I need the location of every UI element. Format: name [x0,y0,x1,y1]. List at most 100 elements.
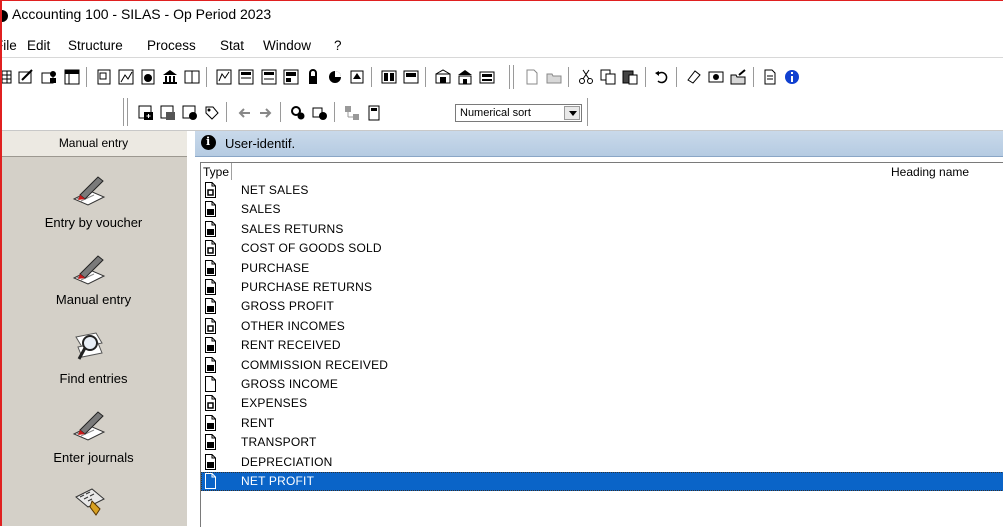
headings-window-titlebar: User-identif. [195,131,1003,157]
toolbar-separator [226,102,227,122]
arrow-right-icon[interactable] [258,105,274,121]
user-form-icon[interactable] [41,69,57,85]
report4-icon[interactable] [283,69,299,85]
add-heading-icon[interactable] [138,105,154,121]
heading-name: OTHER INCOMES [241,318,345,333]
table-row[interactable]: RENT [201,414,1003,433]
toolbar-separator [206,67,207,87]
ledger2-icon[interactable] [403,69,419,85]
pie-icon[interactable] [327,69,343,85]
table-row[interactable]: GROSS INCOME [201,375,1003,394]
pen-notepad-icon [72,255,106,285]
column-divider[interactable] [231,163,232,180]
shortcut-panel-header[interactable]: Manual entry [0,131,187,157]
toolbar-separator [568,67,569,87]
sort-order-select[interactable]: Numerical sort [455,104,582,122]
table-row[interactable]: DEPRECIATION [201,453,1003,472]
calculator-icon [75,488,105,516]
heading-name: PURCHASE RETURNS [241,280,373,294]
pen-notepad-icon [72,176,106,206]
menu-structure[interactable]: Structure [68,38,123,53]
heading-type-icon [205,337,216,354]
info-icon [201,135,216,150]
toolbar-separator [753,67,754,87]
document-icon[interactable] [762,69,778,85]
bank-icon[interactable] [162,69,178,85]
shortcut-manual-entry[interactable]: Manual entry [0,252,187,312]
table-row[interactable]: TRANSPORT [201,433,1003,452]
tag-icon[interactable] [204,105,220,121]
arrow-left-icon[interactable] [236,105,252,121]
menu-bar: File Edit Structure Process Stat Window … [0,33,1003,55]
heading-name: DEPRECIATION [241,454,333,469]
table-row[interactable]: NET SALES [201,181,1003,200]
hand-icon[interactable] [140,69,156,85]
undo-icon[interactable] [654,69,670,85]
book-icon[interactable] [184,69,200,85]
table-row[interactable]: OTHER INCOMES [201,317,1003,336]
edit-form-icon[interactable] [18,69,34,85]
table-row[interactable]: NET PROFIT [201,472,1003,491]
table-row[interactable]: COST OF GOODS SOLD [201,239,1003,258]
table-form-icon[interactable] [64,69,80,85]
table-row[interactable]: PURCHASE [201,259,1003,278]
table-row[interactable]: COMMISSION RECEIVED [201,356,1003,375]
open-edit-icon[interactable] [730,69,746,85]
ledger-icon[interactable] [381,69,397,85]
chart-icon[interactable] [118,69,134,85]
table-row[interactable]: EXPENSES [201,394,1003,413]
group-icon[interactable] [312,105,328,121]
report2-icon[interactable] [238,69,254,85]
toolbar-separator [86,67,87,87]
menu-stat[interactable]: Stat [220,38,244,53]
menu-edit[interactable]: Edit [27,38,50,53]
menu-file[interactable]: File [0,38,17,53]
stamp-icon[interactable] [349,69,365,85]
insert-heading-icon[interactable] [160,105,176,121]
headings-list: Type Heading name NET SALES SALES SALES RE… [200,162,1003,527]
menu-help[interactable]: ? [334,38,342,53]
company-icon[interactable] [435,69,451,85]
list-header: Type Heading name [201,163,1003,180]
pen-notepad-icon [72,411,106,441]
window-title: Accounting 100 - SILAS - Op Period 2023 [12,6,272,22]
table-row[interactable]: RENT RECEIVED [201,336,1003,355]
eraser-icon[interactable] [686,69,702,85]
table-row[interactable]: SALES RETURNS [201,220,1003,239]
menu-process[interactable]: Process [147,38,196,53]
heading-type-icon [205,395,216,412]
print-preview-icon[interactable] [708,69,724,85]
info-icon[interactable] [784,69,800,85]
report-icon[interactable] [216,69,232,85]
calculator-small-icon[interactable] [366,105,382,121]
building-icon[interactable] [457,69,473,85]
page-icon[interactable] [96,69,112,85]
delete-heading-icon[interactable] [182,105,198,121]
shortcut-calculator[interactable] [0,485,187,525]
shortcut-find-entries[interactable]: Find entries [0,329,187,389]
table-row[interactable]: SALES [201,200,1003,219]
column-header-type[interactable]: Type [203,165,229,179]
shortcut-entry-by-voucher[interactable]: Entry by voucher [0,173,187,233]
archive-icon[interactable] [479,69,495,85]
table-row[interactable]: PURCHASE RETURNS [201,278,1003,297]
paste-icon[interactable] [622,69,638,85]
gears-icon[interactable] [290,105,306,121]
toolbar-separator [645,67,646,87]
new-file-icon[interactable] [524,69,540,85]
table-row[interactable]: GROSS PROFIT [201,297,1003,316]
column-header-heading-name[interactable]: Heading name [891,165,969,179]
lock-icon[interactable] [305,69,321,85]
menu-window[interactable]: Window [263,38,311,53]
panel-divider[interactable] [187,131,195,526]
open-folder-icon[interactable] [546,69,562,85]
heading-type-icon [205,376,216,392]
cut-icon[interactable] [578,69,594,85]
chevron-down-icon[interactable] [564,106,580,120]
shortcut-enter-journals[interactable]: Enter journals [0,408,187,468]
report3-icon[interactable] [261,69,277,85]
copy-icon[interactable] [600,69,616,85]
heading-type-icon [205,473,216,489]
toolbar-separator [334,102,335,122]
structure-icon[interactable] [344,105,360,121]
